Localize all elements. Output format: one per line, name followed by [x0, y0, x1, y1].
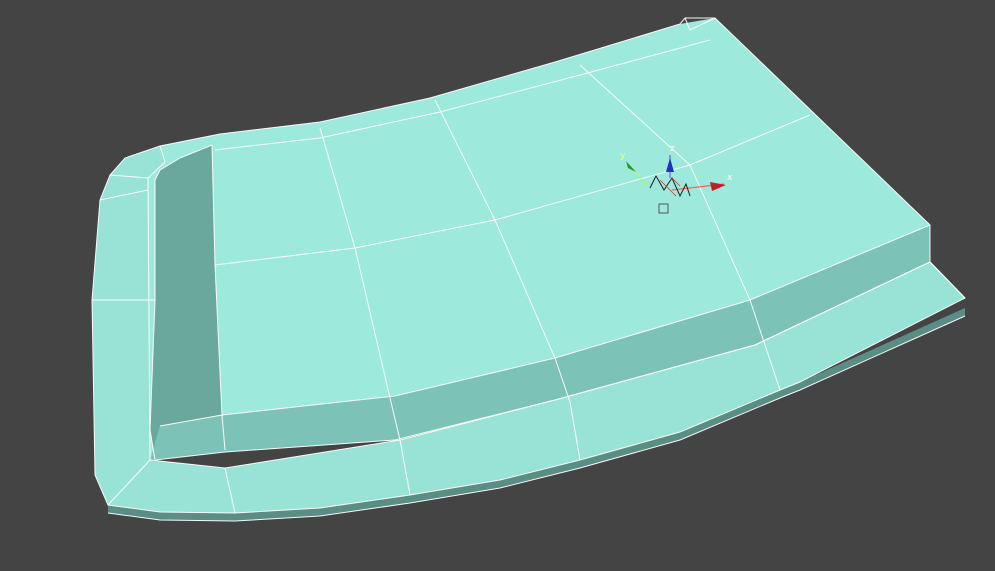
gizmo-label-y: y [620, 151, 626, 161]
mesh-scene[interactable]: z x y [0, 0, 995, 571]
gizmo-label-z: z [670, 144, 675, 154]
gizmo-label-x: x [727, 173, 733, 183]
3d-viewport[interactable]: z x y [0, 0, 995, 571]
